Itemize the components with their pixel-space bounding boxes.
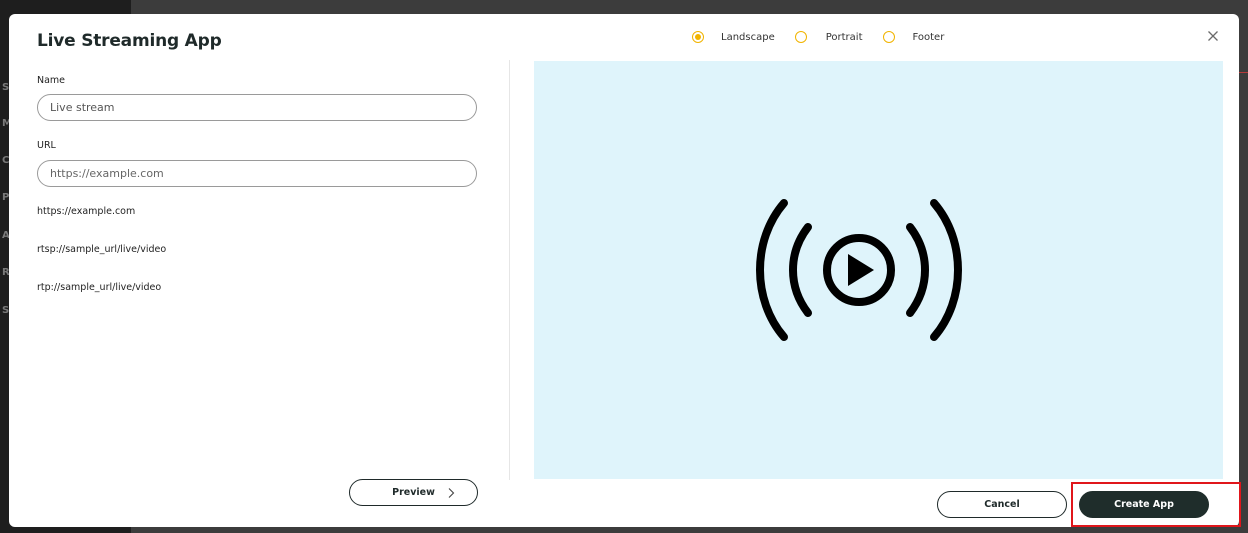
name-input[interactable] <box>37 94 477 121</box>
preview-button[interactable]: Preview <box>349 479 478 506</box>
close-icon[interactable] <box>1205 28 1221 44</box>
close-button[interactable] <box>1205 28 1221 44</box>
url-input[interactable] <box>37 160 477 187</box>
chevron-right-icon <box>448 488 455 498</box>
radio-portrait-circle[interactable] <box>794 31 807 43</box>
radio-footer-circle[interactable] <box>882 31 895 43</box>
radio-footer[interactable]: Footer <box>882 31 945 43</box>
background-accent-line <box>1238 72 1248 73</box>
url-example-rtp[interactable]: rtp://sample_url/live/video <box>37 282 161 293</box>
create-app-button[interactable]: Create App <box>1079 491 1209 518</box>
radio-portrait-label[interactable]: Portrait <box>826 32 863 43</box>
radio-footer-label[interactable]: Footer <box>913 32 945 43</box>
radio-landscape-circle[interactable] <box>692 31 704 43</box>
url-example-https[interactable]: https://example.com <box>37 206 135 217</box>
layout-preview-pane <box>534 61 1223 479</box>
column-divider <box>509 60 510 480</box>
url-example-rtsp[interactable]: rtsp://sample_url/live/video <box>37 244 166 255</box>
layout-radio-group: Landscape Portrait Footer <box>692 29 944 45</box>
cancel-button[interactable]: Cancel <box>937 491 1067 518</box>
radio-landscape-label[interactable]: Landscape <box>721 32 775 43</box>
live-stream-icon <box>756 199 962 341</box>
create-app-modal: Live Streaming App Landscape Portrait Fo… <box>9 14 1241 527</box>
name-label: Name <box>37 75 66 86</box>
preview-button-label[interactable]: Preview <box>392 487 435 498</box>
url-label: URL <box>37 140 56 151</box>
radio-portrait[interactable]: Portrait <box>794 31 883 43</box>
modal-title: Live Streaming App <box>37 31 222 51</box>
radio-landscape[interactable]: Landscape <box>692 31 795 43</box>
